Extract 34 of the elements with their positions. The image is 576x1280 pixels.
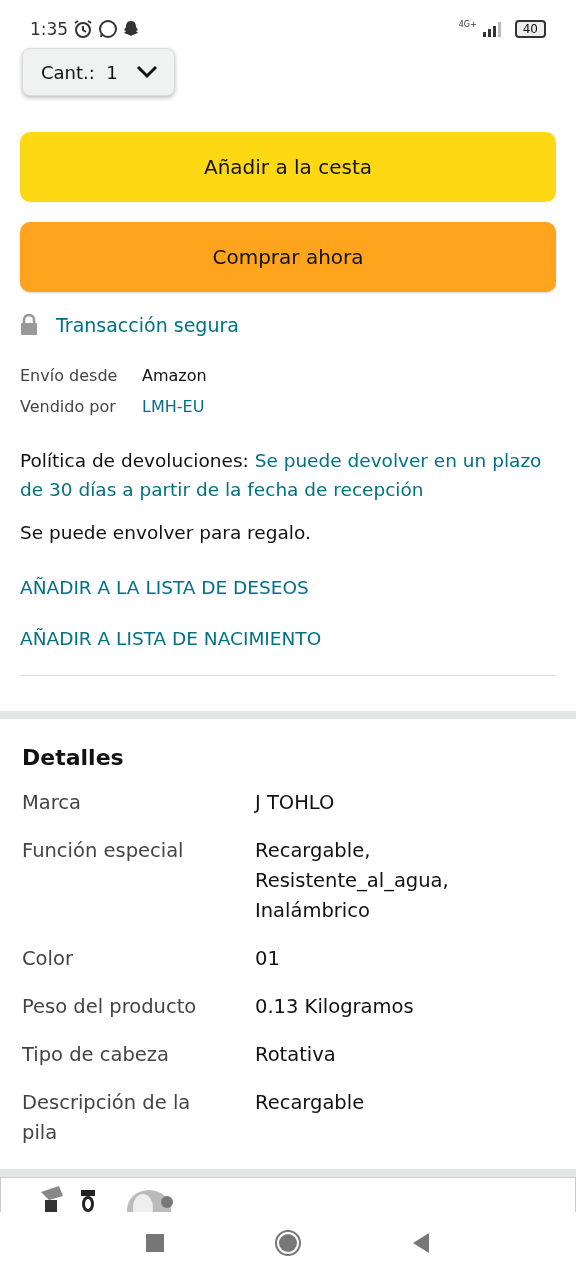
section-title: Detalles: [22, 745, 125, 770]
signal-icon: [480, 21, 503, 37]
info-label: Envío desde: [20, 366, 119, 385]
quantity-dropdown[interactable]: Cant.: 1: [22, 48, 175, 96]
add-to-list-link[interactable]: AÑADIR A LA LISTA DE DESEOS: [20, 577, 556, 598]
home-icon[interactable]: [274, 1229, 302, 1257]
info-value: Amazon: [142, 366, 207, 385]
detail-value: 01: [255, 946, 281, 972]
detail-value: 0.13 Kilogramos: [255, 994, 415, 1020]
ghost-icon: [122, 20, 141, 38]
detail-label: Marca: [22, 790, 83, 816]
returns-policy-text: Política de devoluciones: Se puede devolver en un plazo de 30 días a partir de la fecha de recepción: [20, 449, 543, 502]
detail-value: Recargable: [255, 1090, 366, 1116]
detail-label: Peso del producto: [22, 994, 198, 1020]
detail-label: Tipo de cabeza: [22, 1042, 171, 1068]
chevron-down-icon: [135, 65, 158, 79]
status-time: 1:35: [30, 19, 69, 39]
detail-value: J TOHLO: [255, 790, 336, 816]
info-label: Vendido por: [20, 397, 117, 416]
add-to-list-link[interactable]: AÑADIR A LISTA DE NACIMIENTO: [20, 628, 556, 649]
add-to-cart-button[interactable]: Añadir a la cesta: [20, 132, 556, 202]
network-label: 4G+: [458, 20, 477, 29]
detail-value: Rotativa: [255, 1042, 337, 1068]
detail-label: Color: [22, 946, 74, 972]
battery-indicator: 40: [514, 20, 546, 38]
secure-transaction-link[interactable]: Transacción segura: [56, 314, 239, 336]
detail-label: Descripción de la pila: [22, 1090, 192, 1146]
detail-value: Recargable, Resistente_al_agua, Inalámbrico: [255, 838, 450, 924]
gift-wrap-text: Se puede envolver para regalo.: [20, 521, 312, 545]
buy-now-button[interactable]: Comprar ahora: [20, 222, 556, 292]
back-icon[interactable]: [412, 1233, 430, 1253]
lock-icon: [20, 314, 38, 336]
detail-label: Función especial: [22, 838, 185, 864]
seller-link[interactable]: LMH-EU: [142, 397, 205, 416]
